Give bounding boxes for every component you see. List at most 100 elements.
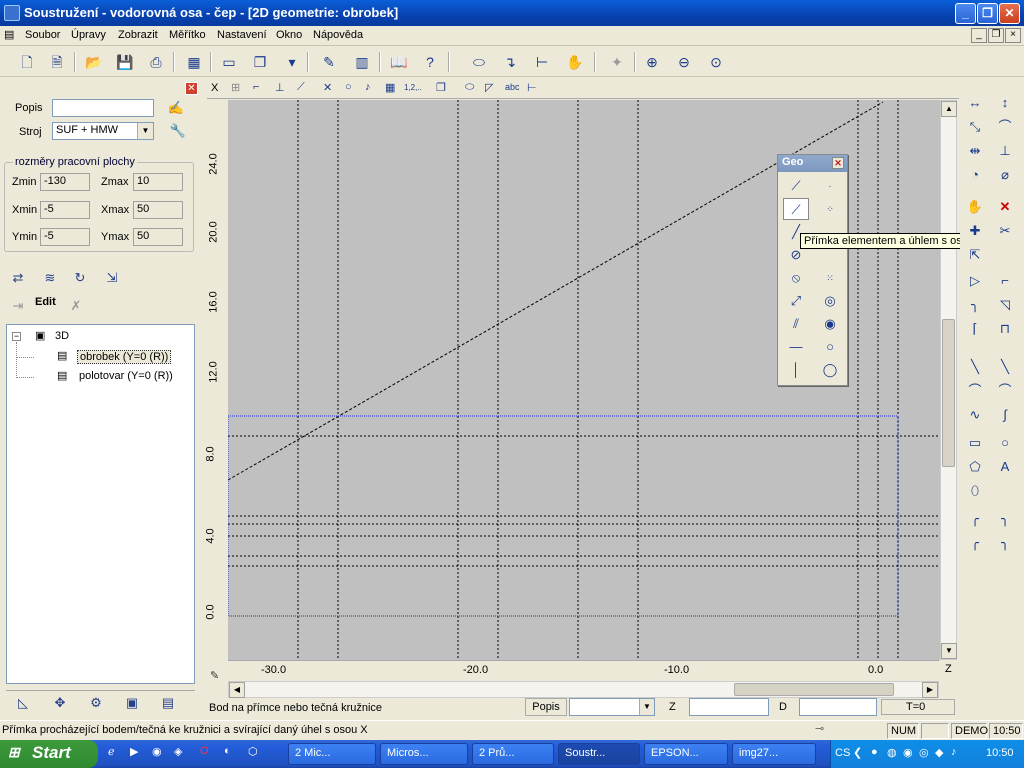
task-explorer[interactable]: 2 Prů... — [472, 743, 554, 765]
snap-perp-icon[interactable]: ⊥ — [275, 81, 285, 94]
move-tab-icon[interactable]: ✥ — [48, 693, 72, 713]
lasso-icon[interactable]: ⬭ — [465, 81, 474, 94]
program-tab-icon[interactable]: ▣ — [120, 693, 144, 713]
line-angle-icon[interactable]: ⟋ — [783, 198, 809, 220]
menu-nastaveni[interactable]: Nastavení — [217, 29, 267, 41]
menu-soubor[interactable]: Soubor — [25, 29, 60, 41]
contour-right-icon[interactable]: ▷ — [962, 270, 988, 292]
text-abc-icon[interactable]: abc — [505, 82, 520, 92]
tray-icon-2[interactable]: ◍ — [887, 746, 897, 759]
collapse-icon[interactable]: − — [12, 332, 21, 341]
circle-two-points-icon[interactable]: ○ — [817, 336, 843, 358]
scroll-up-arrow-icon[interactable]: ▲ — [941, 101, 957, 117]
dim-diameter-icon[interactable]: ⌀ — [992, 164, 1018, 186]
close-button[interactable]: ✕ — [999, 3, 1020, 24]
report-tab-icon[interactable]: ▤ — [156, 693, 180, 713]
line-bisector-icon[interactable]: ⤢ — [783, 290, 809, 312]
points-grid-icon[interactable]: ⁙ — [817, 267, 843, 289]
t-field[interactable]: T=0 — [881, 699, 955, 715]
task-word[interactable]: 2 Mic... — [288, 743, 376, 765]
tray-expand-icon[interactable]: ❮ — [853, 746, 862, 759]
spline-icon[interactable]: ∿ — [962, 404, 988, 426]
menu-meritko[interactable]: Měřítko — [169, 29, 206, 41]
stroj-select[interactable]: SUF + HMW ▼ — [52, 122, 154, 140]
rectangle-icon[interactable]: ▭ — [962, 432, 988, 454]
arc-cw-icon[interactable]: ╲ — [962, 356, 988, 378]
quicklaunch-icon-6[interactable]: ◐ — [224, 745, 231, 757]
restore-button[interactable]: ❐ — [977, 3, 998, 24]
help-icon[interactable]: ? — [418, 51, 442, 73]
profile-icon[interactable]: ╭ — [962, 508, 988, 530]
profile3-icon[interactable]: ╭ — [962, 532, 988, 554]
dimension-h-icon[interactable]: ⊢ — [527, 81, 537, 94]
pages-dropdown-icon[interactable]: ▾ — [280, 51, 304, 73]
delete-icon[interactable]: ✕ — [992, 196, 1018, 218]
chevron-down-icon[interactable]: ▼ — [137, 123, 153, 139]
dim-horizontal-icon[interactable]: ↔ — [962, 92, 988, 114]
fillet-icon[interactable]: ╮ — [962, 294, 988, 316]
scroll-left-arrow-icon[interactable]: ◀ — [229, 682, 245, 698]
snap-line-icon[interactable]: ⟋ — [297, 81, 305, 94]
profile4-icon[interactable]: ╮ — [992, 532, 1018, 554]
delete-object-icon[interactable]: ✗ — [64, 296, 88, 316]
trim-icon[interactable]: ✂ — [992, 220, 1018, 242]
pages-icon[interactable]: ❐ — [248, 51, 272, 73]
zmax-field[interactable]: 10 — [133, 173, 183, 191]
popis-input[interactable] — [52, 99, 154, 117]
task-soustruzeni[interactable]: Soustr... — [558, 743, 640, 765]
mdi-minimize-button[interactable]: _ — [971, 28, 987, 43]
mdi-restore-button[interactable]: ❐ — [988, 28, 1004, 43]
x-axis-button[interactable]: X — [211, 82, 218, 94]
points-diagonal-icon[interactable]: ⁘ — [817, 198, 843, 220]
transform-icon[interactable]: ⇄ — [6, 268, 30, 288]
chamfer-icon[interactable]: ◹ — [992, 294, 1018, 316]
snap-curve-icon[interactable]: ♪ — [365, 81, 371, 93]
tree-node-obrobek[interactable]: obrobek (Y=0 (R)) — [77, 350, 172, 364]
line-parallel-icon[interactable]: ⫽ — [783, 313, 809, 335]
point-icon[interactable]: ✦ — [605, 51, 629, 73]
panel-close-icon[interactable]: ✕ — [185, 82, 198, 95]
tree-node-3d[interactable]: 3D — [55, 330, 69, 342]
task-img[interactable]: img27... — [732, 743, 816, 765]
edit-geometry-icon[interactable]: ✎ — [317, 51, 341, 73]
language-indicator[interactable]: CS — [835, 747, 850, 759]
scroll-down-arrow-icon[interactable]: ▼ — [941, 643, 957, 659]
window-icon[interactable]: ▭ — [217, 51, 241, 73]
zoom-in-icon[interactable]: ⊕ — [640, 51, 664, 73]
ymin-field[interactable]: -5 — [40, 228, 90, 246]
layout-icon[interactable]: ▦ — [182, 51, 206, 73]
template-icon[interactable]: 🗎 — [45, 51, 69, 73]
open-object-icon[interactable]: ⇥ — [6, 296, 30, 316]
tray-icon-1[interactable]: ● — [871, 746, 878, 758]
tray-icon-3[interactable]: ◉ — [903, 746, 913, 759]
vertical-scrollbar[interactable]: ▲ ▼ — [940, 100, 957, 660]
measure-icon[interactable]: ⇲ — [100, 268, 124, 288]
grid-icon[interactable]: ▦ — [385, 81, 395, 94]
snap-corner-icon[interactable]: ⌐ — [253, 81, 259, 93]
menu-upravy[interactable]: Úpravy — [71, 29, 106, 41]
dim-radius-icon[interactable]: ◔ — [962, 164, 988, 186]
save-icon[interactable]: 💾 — [113, 51, 137, 73]
minimize-button[interactable]: _ — [955, 3, 976, 24]
layer-icon[interactable]: ≋ — [38, 268, 62, 288]
undercut-icon[interactable]: ⊓ — [992, 318, 1018, 340]
geo-close-icon[interactable]: ✕ — [832, 157, 844, 169]
book-icon[interactable]: 📖 — [387, 51, 411, 73]
line-tangent-circles-icon[interactable]: ⟋ — [783, 175, 809, 197]
open-folder-icon[interactable]: 📂 — [82, 51, 106, 73]
hand-select-icon[interactable]: ✋ — [962, 196, 988, 218]
task-excel[interactable]: Micros... — [380, 743, 468, 765]
copy-icon[interactable]: ❐ — [436, 81, 446, 94]
machine-tab-icon[interactable]: ⚙ — [84, 693, 108, 713]
dim-ordinate-icon[interactable]: ⊥ — [992, 140, 1018, 162]
snap-intersection-icon[interactable]: ✕ — [323, 81, 332, 94]
arc-tangent-icon[interactable]: ⌒ — [962, 380, 988, 402]
curve-icon[interactable]: ∫ — [992, 404, 1018, 426]
popis-dropdown[interactable]: ▼ — [569, 698, 655, 716]
polygon-icon[interactable]: ⬠ — [962, 456, 988, 478]
scroll-right-arrow-icon[interactable]: ▶ — [922, 682, 938, 698]
print-icon[interactable]: ⎙ — [144, 51, 168, 73]
table-icon[interactable]: ▥ — [350, 51, 374, 73]
app-icon[interactable] — [4, 5, 20, 21]
dimension-icon[interactable]: ⊢ — [530, 51, 554, 73]
